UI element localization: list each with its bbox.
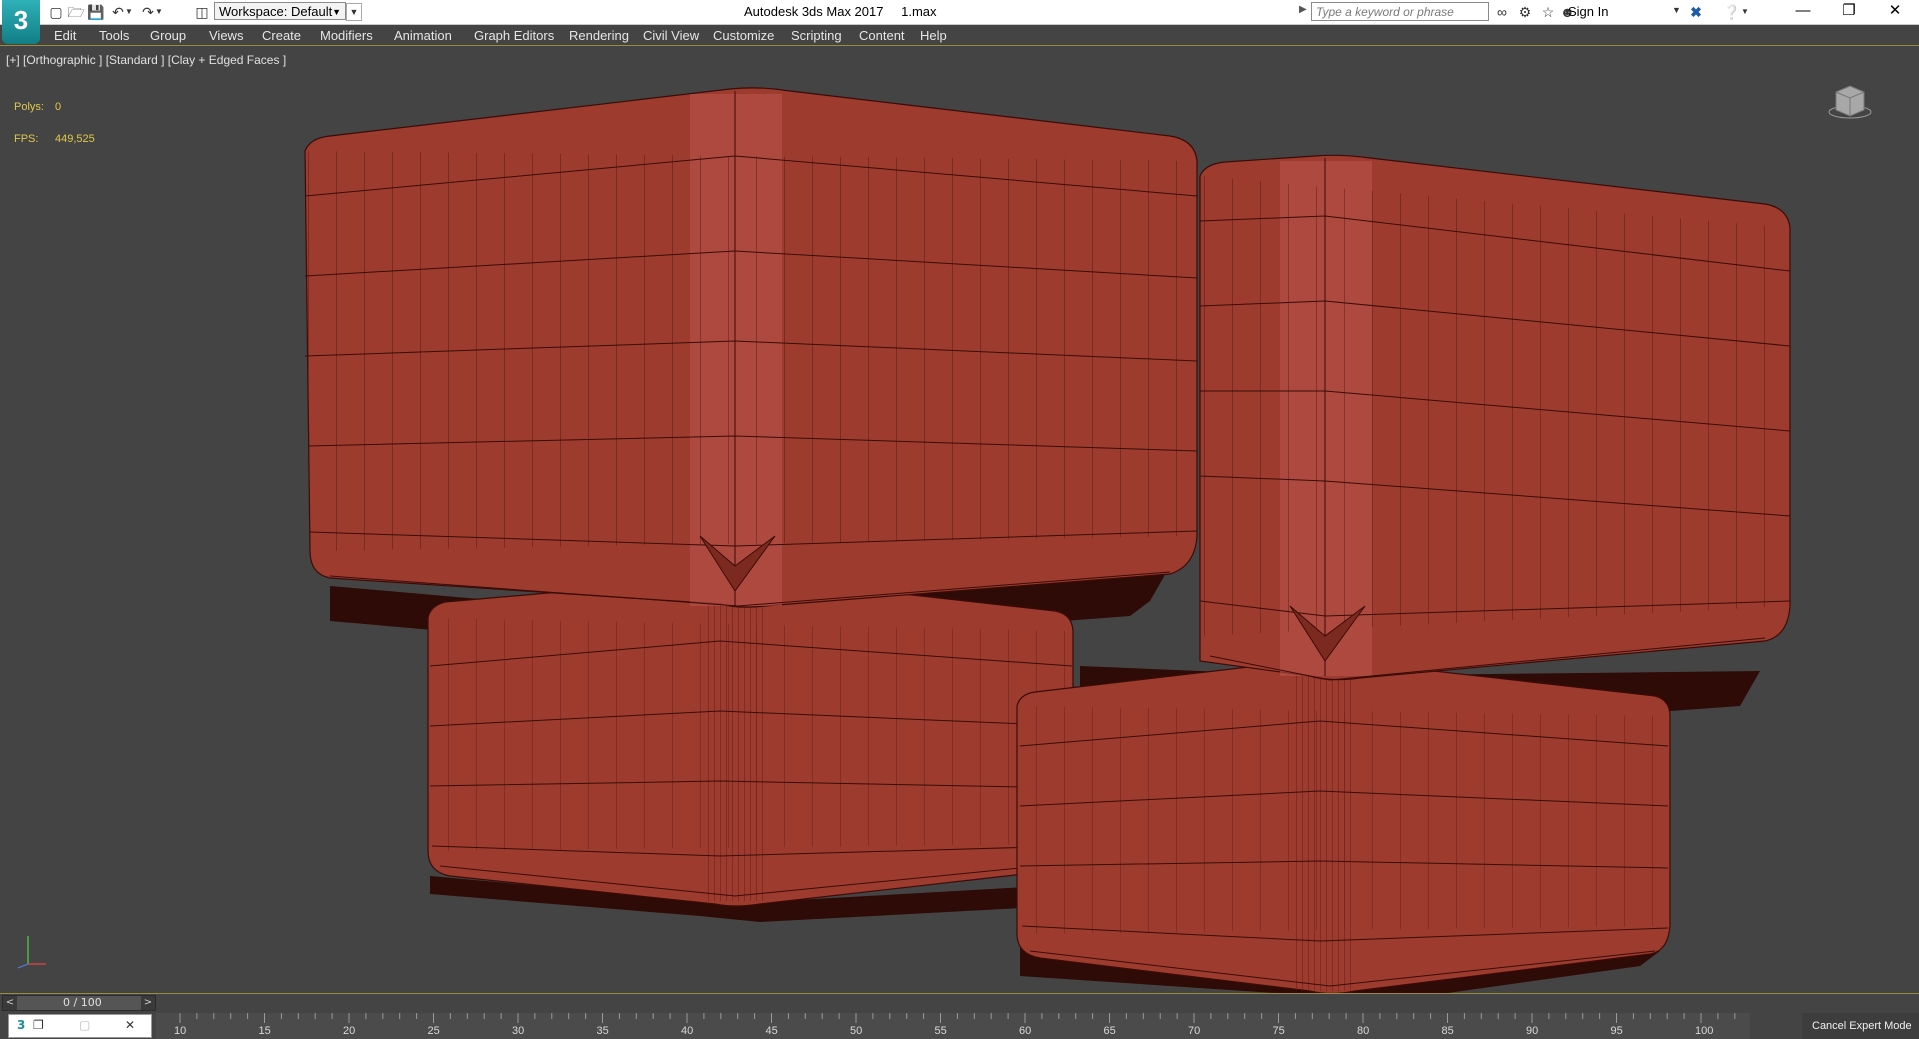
ruler-tick-label: 75 (1272, 1025, 1285, 1037)
ruler-tick-label: 10 (174, 1025, 187, 1037)
upper-right-box[interactable] (1199, 154, 1791, 681)
axis-tripod-icon (17, 936, 46, 969)
close-button[interactable]: ✕ (1872, 0, 1918, 24)
customize-toolbar-icon[interactable]: ▼ (346, 3, 362, 21)
track-bar-ruler[interactable] (156, 1013, 1750, 1039)
menu-tools[interactable]: Tools (99, 28, 129, 43)
polys-label: Polys: (14, 101, 44, 113)
search-input[interactable] (1311, 2, 1489, 21)
help-icon[interactable]: ❔ (1722, 2, 1742, 22)
viewport-label-menu[interactable]: [+] [Orthographic ] [Standard ] [Clay + … (6, 53, 286, 67)
scene-mesh[interactable] (0, 46, 1919, 993)
menu-customize[interactable]: Customize (713, 28, 774, 43)
lower-right-box[interactable] (1016, 657, 1671, 994)
new-file-icon[interactable]: ▢ (46, 2, 66, 22)
project-folder-icon[interactable]: ◫ (192, 2, 212, 22)
taskbar-thumbnail[interactable]: 3 ❐ ▢ ✕ (8, 1014, 152, 1038)
communication-center-icon[interactable]: ⚙ (1515, 2, 1535, 22)
fps-value: 449,525 (55, 133, 95, 145)
ruler-tick-label: 100 (1695, 1025, 1714, 1037)
chevron-down-icon: ▼ (332, 7, 341, 17)
undo-dropdown-icon[interactable]: ▼ (124, 2, 134, 22)
ruler-tick-label: 60 (1019, 1025, 1032, 1037)
menu-create[interactable]: Create (262, 28, 301, 43)
time-slider-label: 0 / 100 (63, 996, 102, 1009)
perspective-viewport[interactable]: [+] [Orthographic ] [Standard ] [Clay + … (0, 46, 1919, 993)
menu-help[interactable]: Help (920, 28, 947, 43)
open-file-icon[interactable]: 🗁 (66, 2, 86, 22)
workspace-label: Workspace: Default (219, 4, 333, 19)
chevron-down-icon[interactable]: ▼ (1672, 5, 1681, 15)
ruler-tick-label: 30 (512, 1025, 525, 1037)
app-logo-glyph: 3 (13, 5, 29, 35)
ruler-tick-label: 90 (1526, 1025, 1539, 1037)
menu-animation[interactable]: Animation (394, 28, 452, 43)
menu-scripting[interactable]: Scripting (791, 28, 842, 43)
ruler-tick-label: 25 (427, 1025, 440, 1037)
menu-modifiers[interactable]: Modifiers (320, 28, 373, 43)
ruler-tick-label: 15 (258, 1025, 271, 1037)
app-title: Autodesk 3ds Max 2017 (744, 4, 884, 19)
ruler-tick-label: 40 (681, 1025, 694, 1037)
app-logo-icon[interactable]: 3 (2, 0, 40, 44)
title-bar: 3 ▢ 🗁 💾 ↶ ▼ ↷ ▼ ◫ Workspace: Default ▼ ▼… (0, 0, 1919, 44)
time-slider[interactable]: < 0 / 100 > (2, 995, 156, 1011)
menu-civil-view[interactable]: Civil View (643, 28, 699, 43)
menu-content[interactable]: Content (859, 28, 905, 43)
restore-small-icon[interactable]: ❐ (33, 1018, 44, 1032)
cancel-expert-mode-label: Cancel Expert Mode (1812, 1020, 1912, 1032)
ruler-tick-label: 45 (765, 1025, 778, 1037)
upper-left-box[interactable] (304, 87, 1198, 608)
window-title: Autodesk 3ds Max 2017 1.max (744, 4, 937, 19)
polys-value: 0 (55, 101, 62, 113)
lower-left-box[interactable] (427, 575, 1074, 907)
ruler-tick-label: 20 (343, 1025, 356, 1037)
menu-edit[interactable]: Edit (54, 28, 76, 43)
menu-group[interactable]: Group (150, 28, 186, 43)
viewcube-icon[interactable] (1828, 82, 1872, 122)
menu-bar: Edit Tools Group Views Create Modifiers Animat… (0, 25, 1919, 46)
close-small-icon[interactable]: ✕ (125, 1018, 135, 1032)
ruler-tick-label: 65 (1103, 1025, 1116, 1037)
ruler-tick-label: 70 (1188, 1025, 1201, 1037)
menu-views[interactable]: Views (209, 28, 243, 43)
favorites-star-icon[interactable]: ☆ (1538, 2, 1558, 22)
menu-rendering[interactable]: Rendering (569, 28, 629, 43)
workspace-dropdown[interactable]: Workspace: Default ▼ (214, 2, 346, 20)
file-name: 1.max (901, 4, 937, 19)
fps-label: FPS: (14, 133, 39, 145)
search-expand-icon[interactable]: ▶ (1299, 4, 1307, 15)
timeline: < 0 / 100 > 10 15 20 25 30 35 40 45 50 55 60 65 70 75… (0, 993, 1919, 1039)
redo-dropdown-icon[interactable]: ▼ (154, 2, 164, 22)
ruler-tick-label: 35 (596, 1025, 609, 1037)
ruler-tick-label: 50 (850, 1025, 863, 1037)
sign-in-button[interactable]: Sign In (1568, 4, 1608, 19)
ruler-tick-label: 85 (1441, 1025, 1454, 1037)
prev-frame-icon[interactable]: < (3, 996, 17, 1010)
restore-button[interactable]: ❐ (1826, 0, 1872, 24)
menu-graph-editors[interactable]: Graph Editors (474, 28, 554, 43)
cancel-expert-mode-button[interactable]: Cancel Expert Mode (1802, 1013, 1919, 1039)
next-frame-icon[interactable]: > (141, 996, 155, 1010)
exchange-apps-icon[interactable]: ✖ (1686, 2, 1706, 22)
minimize-button[interactable]: — (1780, 0, 1826, 24)
ruler-tick-label: 55 (934, 1025, 947, 1037)
app-small-icon: 3 (17, 1018, 26, 1032)
help-dropdown-icon[interactable]: ▼ (1740, 2, 1750, 22)
binoculars-icon[interactable]: ∞ (1492, 2, 1512, 22)
window-small-icon: ▢ (79, 1018, 91, 1032)
ruler-tick-label: 80 (1357, 1025, 1370, 1037)
save-icon[interactable]: 💾 (86, 2, 106, 22)
ruler-tick-label: 95 (1610, 1025, 1623, 1037)
